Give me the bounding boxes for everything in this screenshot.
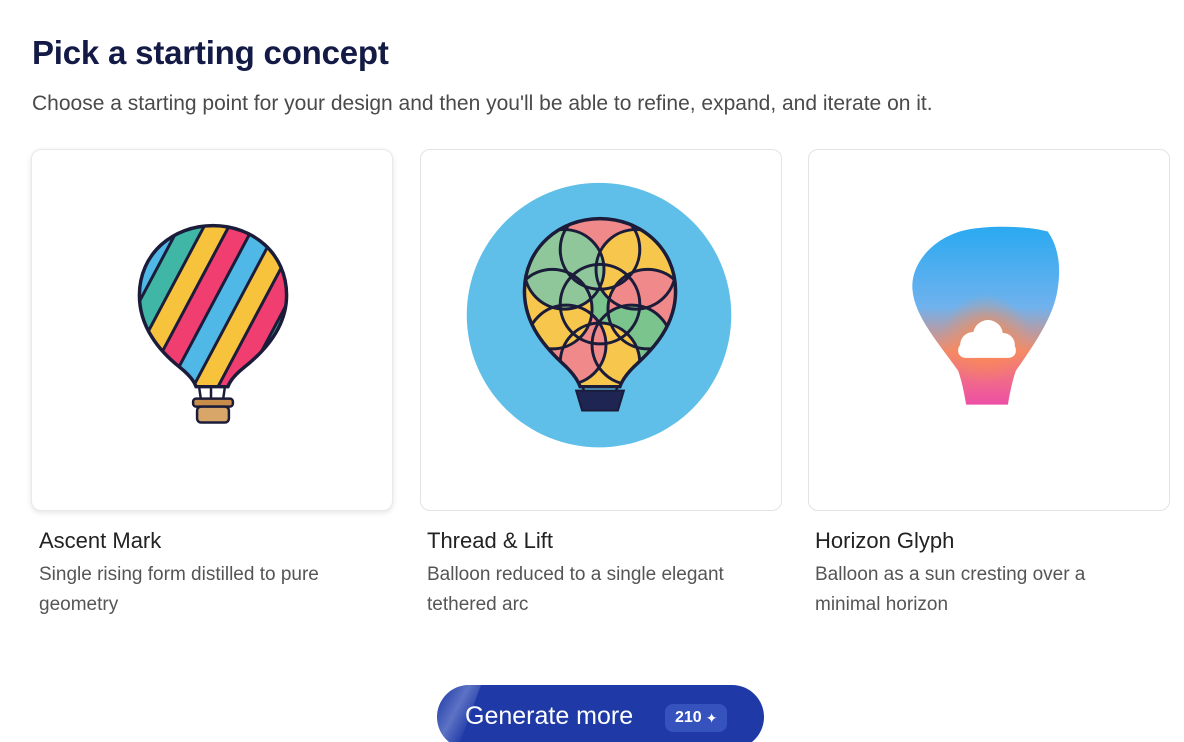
concept-title-ascent-mark: Ascent Mark (39, 528, 162, 553)
concept-description-thread-and-lift: Balloon reduced to a single elegant teth… (427, 564, 724, 615)
gradient-balloon-cloud-icon (912, 226, 1060, 405)
concept-title-thread-and-lift: Thread & Lift (427, 528, 553, 553)
credit-count: 210 (675, 709, 702, 726)
concept-card-ascent-mark[interactable] (31, 149, 393, 511)
generate-more-label: Generate more (465, 702, 634, 730)
concept-picker-page: Pick a starting concept Choose a startin… (0, 0, 1184, 742)
credit-badge: 210 ✦ (665, 704, 728, 732)
concept-card-horizon-glyph[interactable] (808, 149, 1170, 511)
concept-description-ascent-mark: Single rising form distilled to pure geo… (39, 564, 319, 615)
floral-hot-air-balloon-icon (466, 182, 732, 448)
page-subtitle: Choose a starting point for your design … (32, 92, 933, 115)
page-title: Pick a starting concept (32, 34, 389, 71)
concept-description-horizon-glyph: Balloon as a sun cresting over a minimal… (815, 564, 1086, 615)
striped-hot-air-balloon-icon (137, 223, 289, 424)
concept-title-horizon-glyph: Horizon Glyph (815, 528, 955, 553)
generate-more-button[interactable]: Generate more 210 ✦ (437, 685, 764, 742)
concept-card-thread-and-lift[interactable] (420, 149, 782, 511)
sparkle-icon: ✦ (705, 709, 718, 726)
